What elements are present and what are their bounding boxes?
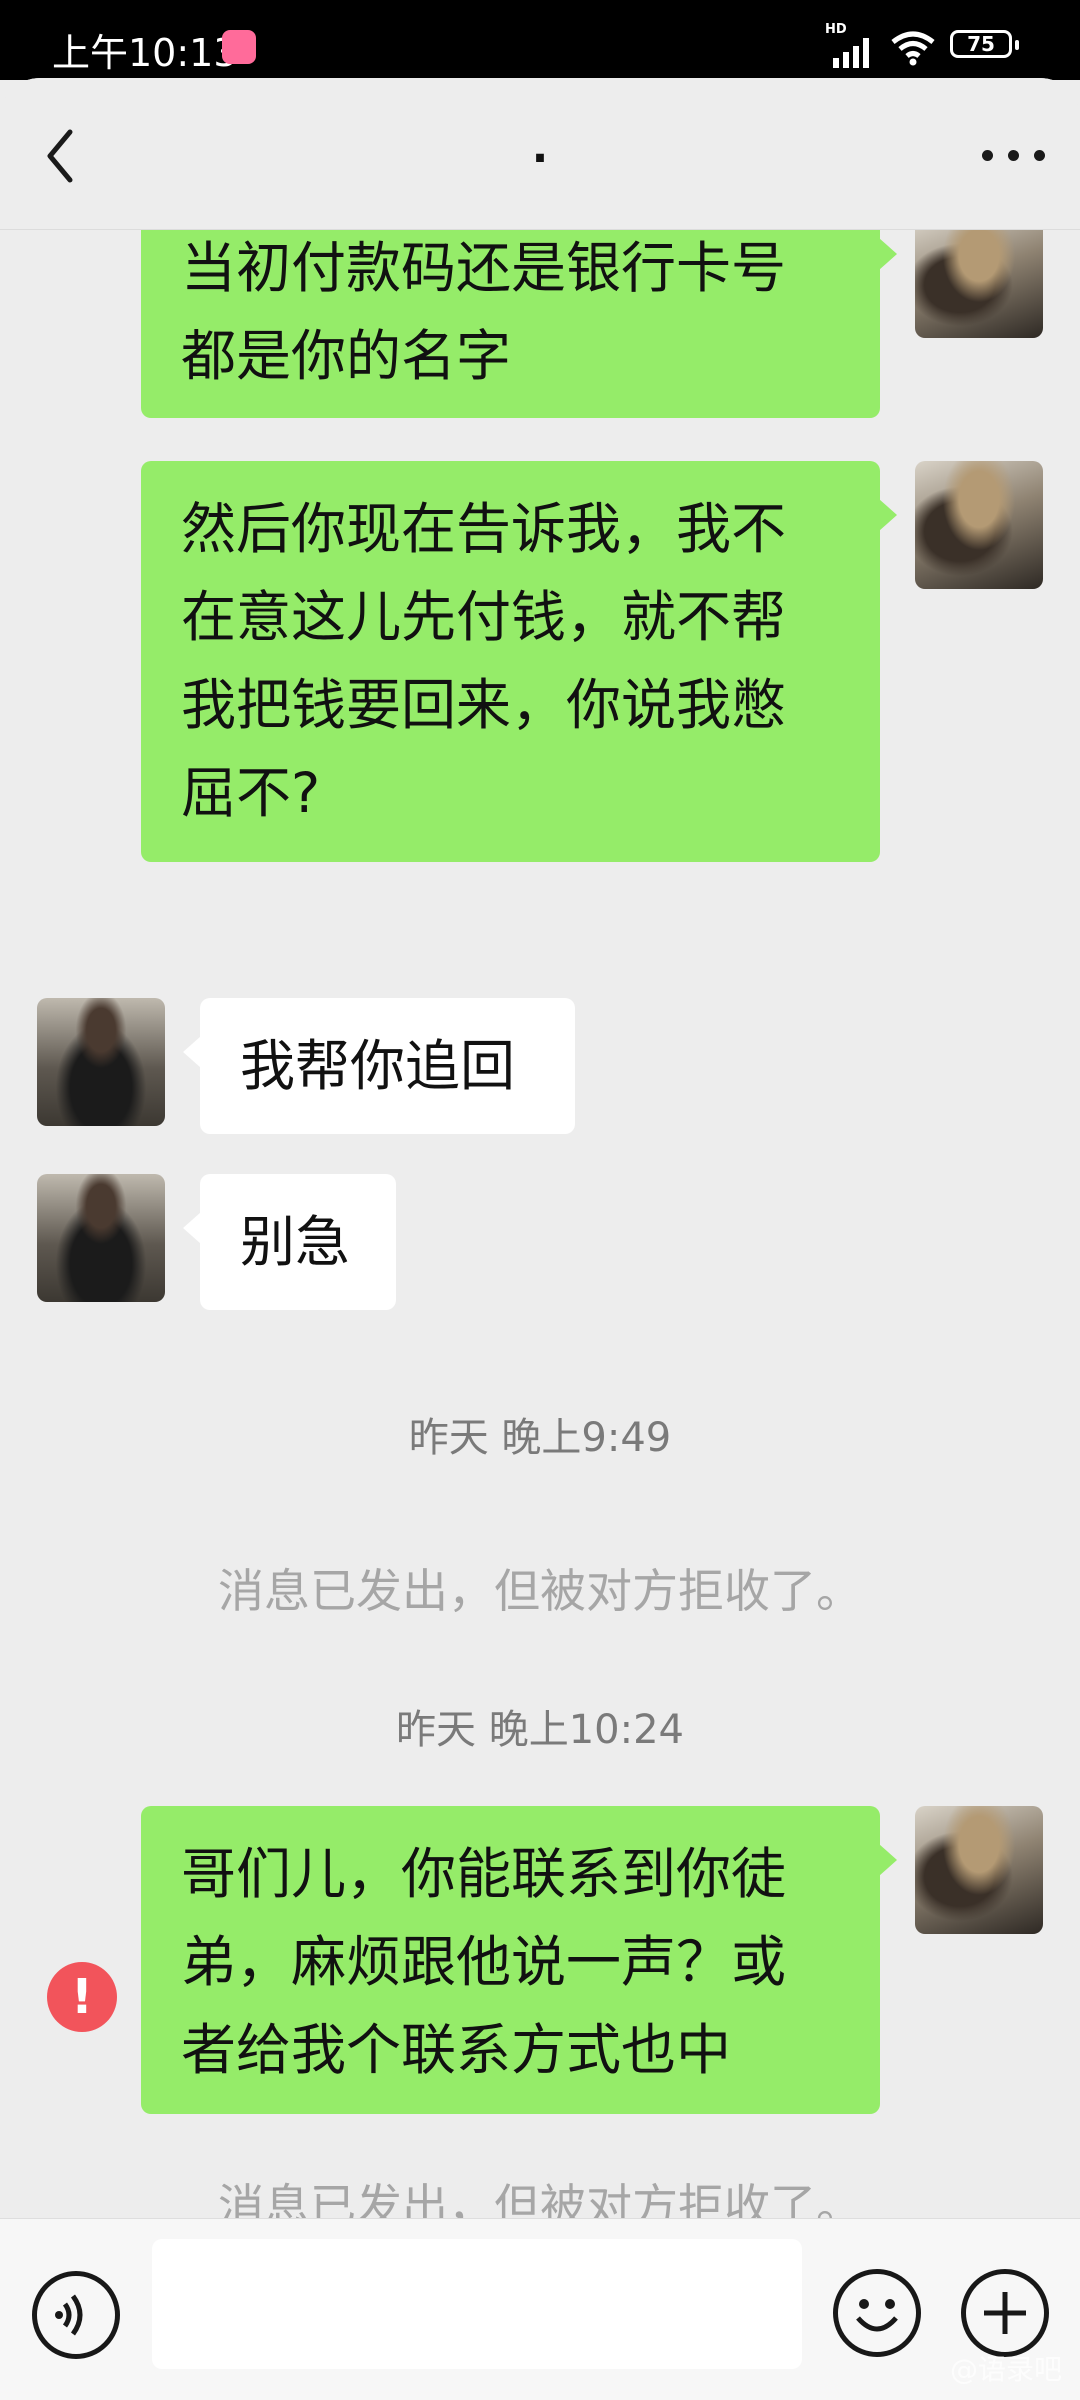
- message-timestamp: 昨天 晚上10:24: [396, 1707, 684, 1753]
- plus-icon[interactable]: [961, 2269, 1049, 2357]
- send-failed-icon[interactable]: !: [47, 1962, 117, 2032]
- my-avatar[interactable]: [915, 230, 1043, 338]
- my-avatar[interactable]: [915, 1806, 1043, 1934]
- message-bubble-outgoing[interactable]: 当初付款码还是银行卡号 都是你的名字: [141, 230, 897, 418]
- message-timestamp: 昨天 晚上9:49: [408, 1415, 672, 1461]
- status-bar: 上午10:13 HD 75: [0, 0, 1080, 80]
- input-bar: @语录吧: [0, 2218, 1080, 2400]
- message-input[interactable]: [152, 2239, 802, 2369]
- wifi-icon: [891, 31, 935, 66]
- hd-label: HD: [825, 22, 847, 37]
- contact-avatar[interactable]: [37, 998, 165, 1126]
- message-list[interactable]: 当初付款码还是银行卡号 都是你的名字 然后你现在告诉我，我不 在意这儿先付钱，就…: [0, 230, 1080, 2290]
- message-bubble-outgoing[interactable]: 哥们儿，你能联系到你徒 弟，麻烦跟他说一声？或 者给我个联系方式也中: [141, 1806, 897, 2114]
- more-options-icon[interactable]: [974, 138, 1054, 174]
- chat-window: . 当初付款码还是银行卡号 都是你的名字 然后你现在告诉我，我不 在意这儿先付钱…: [0, 78, 1080, 2400]
- message-bubble-incoming[interactable]: 我帮你追回: [183, 998, 575, 1134]
- app-notification-icon: [222, 30, 256, 64]
- battery-icon: 75: [950, 30, 1019, 58]
- chat-header: .: [0, 78, 1080, 230]
- voice-icon[interactable]: [32, 2271, 120, 2359]
- status-time: 上午10:13: [52, 31, 238, 75]
- watermark: @语录吧: [949, 2353, 1062, 2386]
- battery-level: 75: [967, 32, 995, 56]
- chat-title: .: [531, 122, 549, 173]
- rejected-notice: 消息已发出，但被对方拒收了。: [218, 1564, 862, 1618]
- my-avatar[interactable]: [915, 461, 1043, 589]
- message-bubble-outgoing[interactable]: 然后你现在告诉我，我不 在意这儿先付钱，就不帮 我把钱要回来，你说我憋 屈不?: [141, 461, 897, 862]
- message-bubble-incoming[interactable]: 别急: [183, 1174, 396, 1310]
- signal-icon: [833, 38, 877, 68]
- contact-avatar[interactable]: [37, 1174, 165, 1302]
- emoji-icon[interactable]: [833, 2269, 921, 2357]
